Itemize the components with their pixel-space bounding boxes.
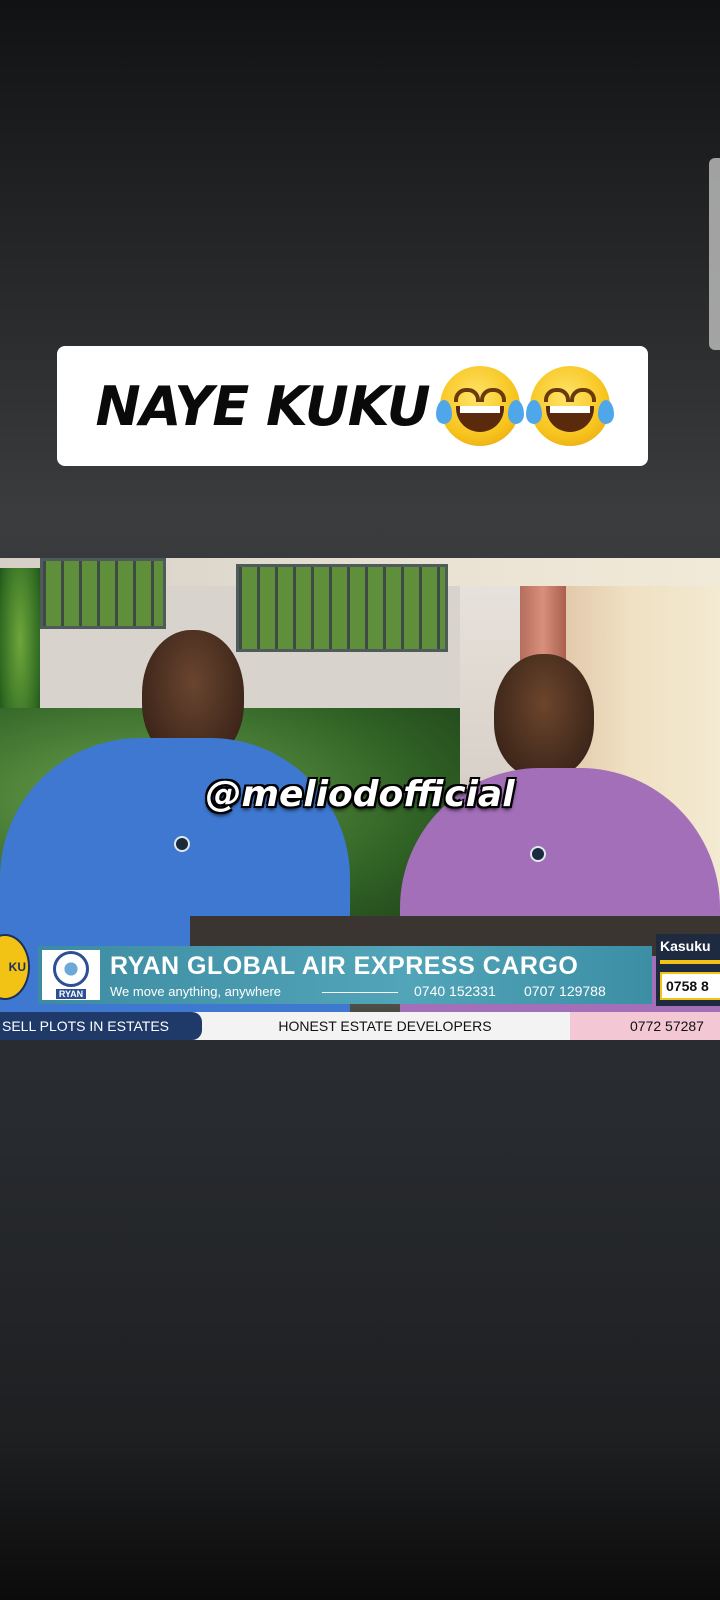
lapel-mic-icon — [174, 836, 190, 852]
sponsor-panel: Kasuku 0758 8 — [656, 934, 720, 1006]
ticker-middle: HONEST ESTATE DEVELOPERS — [278, 1018, 492, 1034]
ryan-logo-label: RYAN — [55, 989, 87, 999]
channel-logo-text: KU — [8, 960, 26, 974]
scroll-handle[interactable] — [709, 158, 720, 350]
laughing-crying-emoji-icon — [525, 366, 614, 446]
video-frame[interactable]: @meliodofficial KU RYAN RYAN GLOBAL AIR … — [0, 558, 720, 1040]
banner-phone-1: 0740 152331 — [414, 983, 496, 999]
caption-box: NAYE KUKU — [57, 346, 648, 466]
banner-title: RYAN GLOBAL AIR EXPRESS CARGO — [110, 952, 579, 980]
news-ticker: SELL PLOTS IN ESTATES HONEST ESTATE DEVE… — [0, 1012, 720, 1040]
lower-third-banner: RYAN RYAN GLOBAL AIR EXPRESS CARGO We mo… — [38, 946, 652, 1004]
laughing-crying-emoji-icon — [435, 366, 524, 446]
banner-divider — [322, 992, 398, 993]
sponsor-phone: 0758 8 — [660, 972, 720, 1000]
ryan-logo-icon: RYAN — [42, 950, 100, 1000]
window-grille — [40, 558, 166, 629]
watermark: @meliodofficial — [205, 774, 515, 815]
sponsor-title: Kasuku — [660, 938, 711, 954]
ticker-left: SELL PLOTS IN ESTATES — [0, 1012, 202, 1040]
banner-phone-2: 0707 129788 — [524, 983, 606, 999]
speaker-right-head — [494, 654, 594, 778]
banner-tagline: We move anything, anywhere — [110, 984, 282, 999]
caption-text: NAYE KUKU — [95, 374, 430, 438]
window-grille — [236, 564, 448, 652]
lapel-mic-icon — [530, 846, 546, 862]
ticker-right: 0772 57287 — [570, 1012, 720, 1040]
